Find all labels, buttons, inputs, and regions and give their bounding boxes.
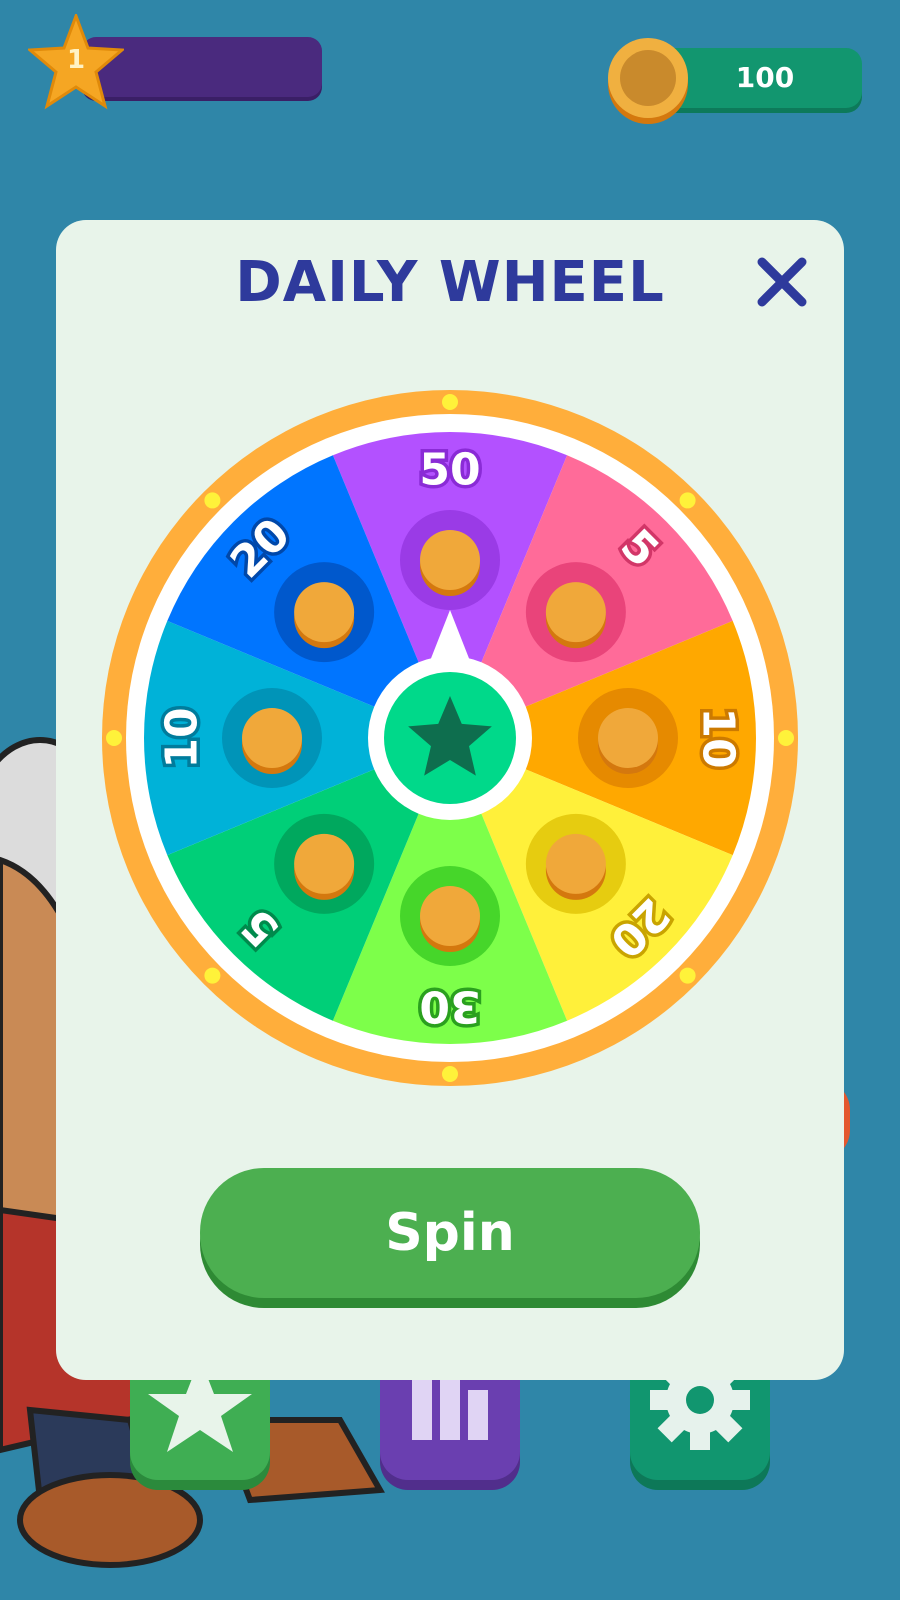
close-icon xyxy=(757,257,807,307)
coin-icon xyxy=(294,582,355,643)
rim-light xyxy=(778,730,794,746)
coin-icon xyxy=(242,708,302,768)
rim-light xyxy=(106,730,122,746)
level-number: 1 xyxy=(66,45,86,75)
prize-value-label: 10 xyxy=(157,707,208,768)
rim-light xyxy=(204,967,221,984)
coin-icon xyxy=(608,38,688,124)
rim-light xyxy=(442,394,458,410)
coin-icon xyxy=(294,833,355,894)
rim-light xyxy=(679,967,696,984)
prize-value-label: 30 xyxy=(419,981,480,1032)
spin-button[interactable]: Spin xyxy=(200,1168,700,1298)
coin-amount: 100 xyxy=(735,61,795,94)
coin-icon xyxy=(598,708,658,768)
close-button[interactable] xyxy=(752,252,812,312)
rim-light xyxy=(679,492,696,509)
prize-value-label: 10 xyxy=(693,707,744,768)
prize-wheel: 50510203051020 xyxy=(102,390,798,1086)
rim-light xyxy=(442,1066,458,1082)
prize-value-label: 50 xyxy=(419,445,480,496)
coin-icon xyxy=(545,833,606,894)
coin-icon xyxy=(420,886,480,946)
coin-icon xyxy=(420,530,480,590)
coin-icon xyxy=(545,582,606,643)
rim-light xyxy=(204,492,221,509)
